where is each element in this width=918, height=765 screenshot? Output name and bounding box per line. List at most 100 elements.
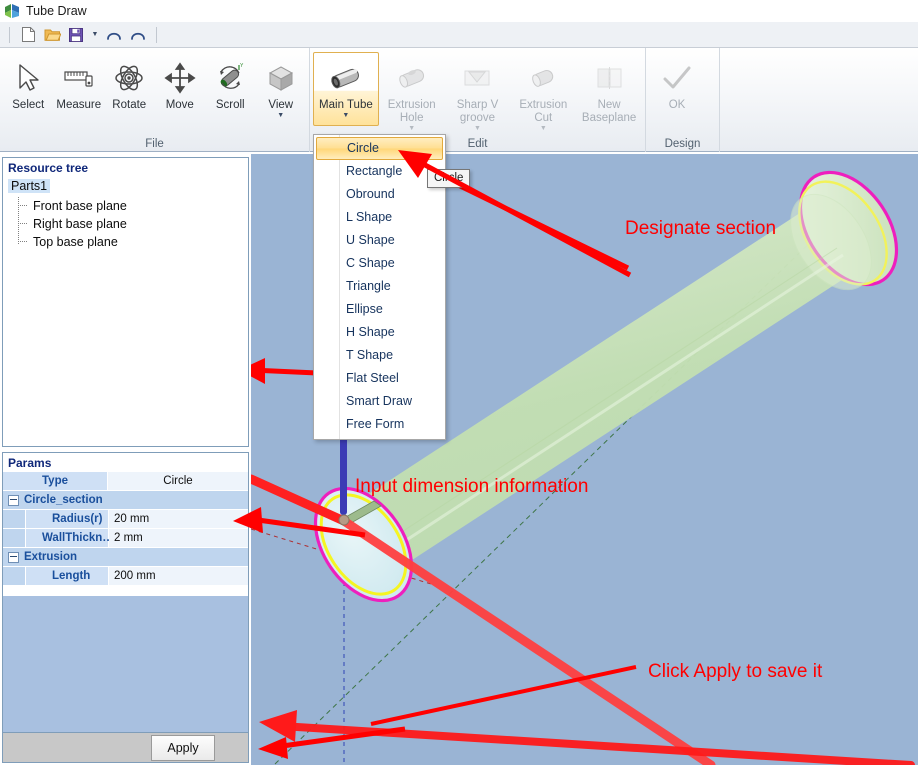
resource-tree-title: Resource tree	[8, 161, 89, 175]
ribbon-group-file: Select Measure Rotate Move Y Scroll View…	[0, 48, 310, 152]
tree-item-label: Front base plane	[33, 199, 127, 213]
undo-arrow-icon[interactable]	[103, 25, 125, 45]
axis-x-red	[251, 474, 915, 765]
dropdown-item-flat-steel[interactable]: Flat Steel	[314, 367, 445, 390]
tree-root-item[interactable]: Parts1	[3, 177, 248, 195]
svg-text:Y: Y	[240, 63, 244, 69]
new-baseplane-button[interactable]: New Baseplane	[576, 52, 642, 126]
extrusion-hole-chevron-down-icon[interactable]: ▼	[408, 125, 415, 132]
annotation-designate-section: Designate section	[625, 218, 777, 239]
new-baseplane-button-label: New Baseplane	[581, 99, 637, 124]
dropdown-item-ellipse[interactable]: Ellipse	[314, 298, 445, 321]
scroll-tube-icon: Y	[213, 58, 247, 98]
params-value-length[interactable]: 200 mm	[109, 567, 248, 585]
cursor-arrow-icon	[13, 58, 43, 98]
rotate-button[interactable]: Rotate	[104, 52, 155, 126]
tooltip-circle: Circle	[427, 169, 471, 188]
main-tube-button[interactable]: Main Tube ▼	[313, 52, 379, 126]
ribbon-group-design-label: Design	[664, 138, 701, 150]
dropdown-item-obround[interactable]: Obround	[314, 183, 445, 206]
new-baseplane-icon	[589, 58, 629, 98]
params-key-type: Type	[3, 472, 108, 490]
ok-button[interactable]: OK	[649, 52, 705, 126]
extrusion-hole-icon	[392, 58, 432, 98]
params-row-radius[interactable]: Radius(r) 20 mm	[3, 510, 248, 529]
open-folder-icon[interactable]	[41, 25, 63, 45]
params-row-wallthickness[interactable]: WallThickn… 2 mm	[3, 529, 248, 548]
tree-item-top-base-plane[interactable]: Top base plane	[3, 233, 248, 251]
dropdown-item-h-shape[interactable]: H Shape	[314, 321, 445, 344]
params-indent-bar	[3, 510, 26, 528]
extrusion-hole-button[interactable]: Extrusion Hole ▼	[379, 52, 445, 133]
save-floppy-icon[interactable]	[65, 25, 87, 45]
select-button[interactable]: Select	[3, 52, 54, 126]
measure-button[interactable]: Measure	[54, 52, 105, 126]
params-empty-area	[3, 586, 248, 596]
params-title: Params	[3, 453, 248, 472]
resource-tree-panel: Resource tree Parts1 Front base plane Ri…	[2, 157, 249, 447]
extrusion-hole-button-label: Extrusion Hole	[387, 99, 436, 124]
dropdown-item-circle[interactable]: Circle	[316, 137, 443, 160]
window-title: Tube Draw	[26, 4, 87, 18]
quick-access-toolbar: ▼	[0, 22, 918, 48]
redo-arrow-icon[interactable]	[127, 25, 149, 45]
tree-branch-tick	[18, 205, 27, 207]
params-key-length: Length	[26, 567, 109, 585]
rotate-button-label: Rotate	[112, 99, 147, 111]
collapse-expander-icon[interactable]	[8, 494, 19, 506]
view-chevron-down-icon[interactable]: ▼	[277, 112, 284, 119]
params-group-extrusion[interactable]: Extrusion	[3, 548, 248, 567]
extrusion-cut-button[interactable]: Extrusion Cut ▼	[510, 52, 576, 133]
main-tube-icon	[326, 58, 366, 98]
scroll-button[interactable]: Y Scroll	[205, 52, 256, 126]
dropdown-item-c-shape[interactable]: C Shape	[314, 252, 445, 275]
dropdown-item-t-shape[interactable]: T Shape	[314, 344, 445, 367]
params-row-type[interactable]: Type Circle	[3, 472, 248, 491]
collapse-expander-icon[interactable]	[8, 551, 19, 563]
scroll-button-label: Scroll	[215, 99, 245, 111]
params-value-type[interactable]: Circle	[108, 472, 248, 490]
tree-item-front-base-plane[interactable]: Front base plane	[3, 197, 248, 215]
extrusion-cut-chevron-down-icon[interactable]: ▼	[540, 125, 547, 132]
move-cross-icon	[163, 58, 197, 98]
params-group-label: Extrusion	[24, 551, 78, 563]
tree-item-right-base-plane[interactable]: Right base plane	[3, 215, 248, 233]
sharp-v-groove-button[interactable]: Sharp V groove ▼	[445, 52, 511, 133]
params-indent-bar	[3, 567, 26, 585]
dropdown-item-smart-draw[interactable]: Smart Draw	[314, 390, 445, 413]
save-dropdown-chevron-down-icon[interactable]: ▼	[89, 25, 101, 45]
params-key-wallthickness: WallThickn…	[26, 529, 114, 547]
ribbon-group-design: OK Design	[646, 48, 720, 152]
select-button-label: Select	[12, 99, 45, 111]
move-button[interactable]: Move	[155, 52, 206, 126]
extrusion-cut-button-label: Extrusion Cut	[519, 99, 568, 124]
main-tube-chevron-down-icon[interactable]: ▼	[342, 112, 349, 119]
tree-item-label: Right base plane	[33, 217, 127, 231]
qat-divider-left	[9, 26, 10, 43]
apply-bar: Apply	[2, 733, 249, 763]
move-button-label: Move	[165, 99, 194, 111]
annotation-click-apply: Click Apply to save it	[648, 661, 823, 682]
ruler-icon	[62, 58, 96, 98]
sharp-v-groove-chevron-down-icon[interactable]: ▼	[474, 125, 481, 132]
dropdown-item-u-shape[interactable]: U Shape	[314, 229, 445, 252]
apply-button[interactable]: Apply	[151, 734, 215, 761]
view-button[interactable]: View ▼	[256, 52, 307, 126]
tree-root-label: Parts1	[8, 179, 51, 193]
params-row-length[interactable]: Length 200 mm	[3, 567, 248, 586]
params-value-wallthickness[interactable]: 2 mm	[109, 529, 248, 547]
params-value-radius[interactable]: 20 mm	[109, 510, 248, 528]
sharp-v-groove-icon	[457, 58, 497, 98]
qat-divider-right	[156, 26, 157, 43]
dropdown-item-free-form[interactable]: Free Form	[314, 413, 445, 436]
application-window: Tube Draw ▼ Select Measure Rotate Move Y…	[0, 0, 918, 765]
new-document-icon[interactable]	[17, 25, 39, 45]
dropdown-item-rectangle[interactable]: Rectangle	[314, 160, 445, 183]
title-bar: Tube Draw	[0, 0, 918, 22]
dropdown-item-l-shape[interactable]: L Shape	[314, 206, 445, 229]
annotation-input-dimension: Input dimension information	[355, 476, 589, 497]
sharp-v-groove-button-label: Sharp V groove	[456, 99, 499, 124]
extrusion-cut-icon	[523, 58, 563, 98]
params-group-circle-section[interactable]: Circle_section	[3, 491, 248, 510]
dropdown-item-triangle[interactable]: Triangle	[314, 275, 445, 298]
